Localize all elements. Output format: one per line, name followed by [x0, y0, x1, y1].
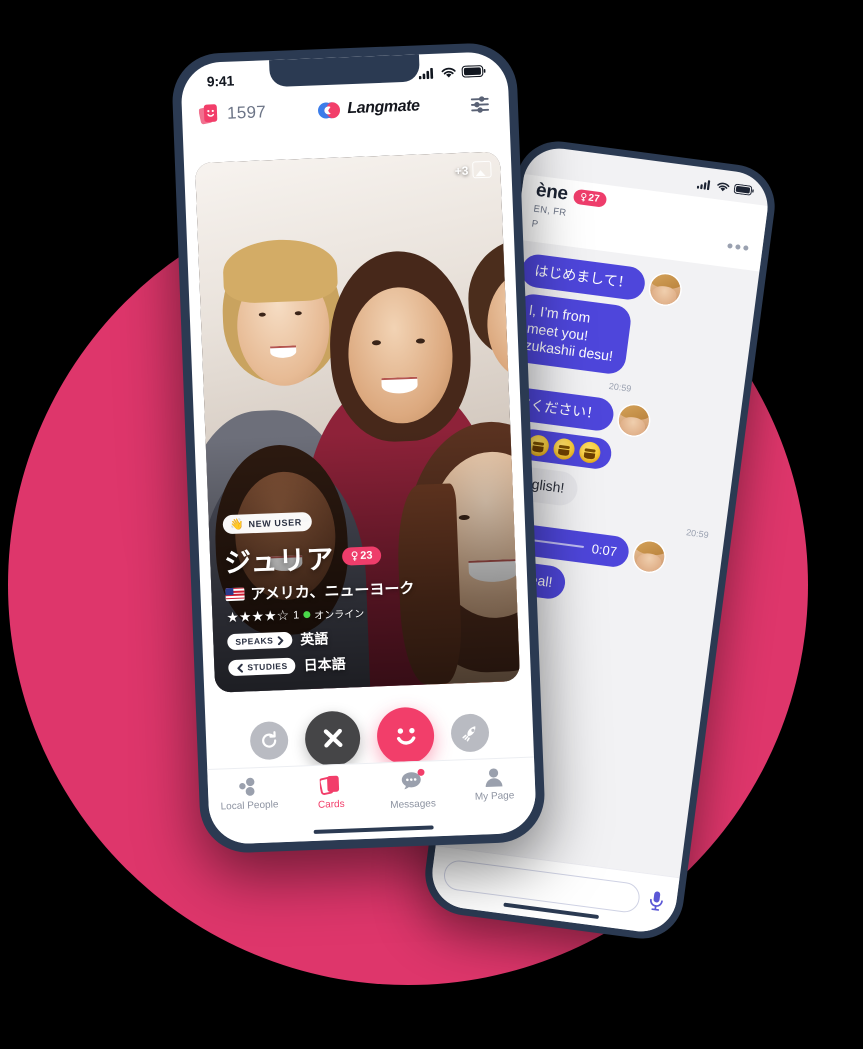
- speaks-label: SPEAKS: [235, 635, 274, 647]
- profile-info: 👋 NEW USER ジュリア 23 アメリカ、ニューヨーク ★★★★☆ 1 オ…: [208, 492, 520, 693]
- like-button[interactable]: [375, 705, 436, 765]
- speaks-pill: SPEAKS: [227, 631, 293, 651]
- profile-location: アメリカ、ニューヨーク: [250, 579, 415, 604]
- sidebar-item-my-page[interactable]: My Page: [454, 767, 535, 804]
- smiley-face-icon: [396, 727, 415, 745]
- message-input[interactable]: [442, 858, 642, 915]
- speaks-row: SPEAKS 英語: [227, 622, 505, 653]
- device-notch: [268, 54, 420, 88]
- person-icon: [485, 768, 503, 787]
- people-dots-icon: [239, 777, 255, 796]
- avatar: [616, 403, 651, 438]
- avatar: [632, 539, 667, 574]
- studies-pill: STUDIES: [228, 657, 296, 677]
- chevron-right-icon: [277, 635, 284, 645]
- microphone-icon[interactable]: [647, 889, 666, 913]
- speaks-value: 英語: [299, 630, 329, 648]
- signal-bars-icon: [418, 67, 434, 79]
- online-status-dot: [303, 610, 311, 619]
- card-count-widget[interactable]: 1597: [198, 100, 267, 127]
- tab-label: Local People: [220, 799, 279, 813]
- cards-icon: [319, 775, 340, 795]
- brand-label: Langmate: [346, 97, 420, 118]
- online-label: オンライン: [314, 608, 365, 622]
- profile-card[interactable]: +3 👋 NEW USER ジュリア 23 アメリカ、ニューヨーク ★★★★☆ …: [194, 151, 521, 693]
- chat-bubble-text: l, I’m from meet you! zukashii desu!: [509, 292, 633, 376]
- sidebar-item-local-people[interactable]: Local People: [208, 776, 289, 813]
- studies-row: STUDIES 日本語: [228, 648, 506, 679]
- profile-age-badge: 23: [341, 545, 382, 566]
- new-user-badge: 👋 NEW USER: [222, 511, 313, 535]
- photo-count-badge[interactable]: +3: [454, 160, 492, 179]
- rating-count: 1: [292, 608, 300, 622]
- refresh-icon: [262, 731, 277, 748]
- close-x-icon: [323, 728, 342, 748]
- voice-duration: 0:07: [590, 540, 618, 559]
- rocket-icon: [461, 725, 475, 741]
- main-phone-mockup: 9:41 1597 Langmate +3 👋 NEW USER ジュリア 23…: [170, 41, 547, 855]
- chat-partner-name: ène: [534, 179, 570, 205]
- battery-icon: [461, 65, 486, 78]
- screenshot-stage: ène 27 EN, FR P はじめまして！ l, I’m from meet…: [0, 0, 863, 1049]
- wave-hand-icon: 👋: [229, 518, 244, 531]
- wifi-icon: [717, 182, 730, 192]
- langmate-logo-icon: [318, 101, 341, 118]
- sidebar-item-cards[interactable]: Cards: [290, 773, 371, 812]
- female-symbol-icon: [351, 550, 358, 561]
- chat-partner-age-badge: 27: [572, 188, 608, 208]
- tab-label: My Page: [474, 790, 515, 803]
- profile-age: 23: [360, 549, 373, 562]
- pass-button[interactable]: [304, 709, 362, 767]
- tab-label: Messages: [390, 798, 437, 812]
- boost-button[interactable]: [450, 713, 490, 753]
- sidebar-item-messages[interactable]: Messages: [372, 768, 453, 812]
- chat-partner-age: 27: [587, 192, 601, 205]
- wifi-icon: [441, 67, 456, 78]
- emoji-laughing-icon: [552, 437, 576, 461]
- sliders-filter-icon[interactable]: [470, 94, 493, 114]
- new-user-label: NEW USER: [248, 516, 302, 529]
- signal-bars-icon: [696, 180, 711, 191]
- emoji-grinning-icon: [578, 440, 602, 465]
- rewind-button[interactable]: [249, 720, 289, 761]
- main-phone-screen: 9:41 1597 Langmate +3 👋 NEW USER ジュリア 23…: [180, 51, 537, 845]
- us-flag-icon: [225, 587, 245, 602]
- battery-icon: [733, 183, 754, 196]
- profile-name: ジュリア: [223, 544, 335, 579]
- chevron-left-icon: [237, 663, 243, 673]
- photo-count-value: +3: [454, 163, 469, 178]
- studies-value: 日本語: [303, 655, 346, 674]
- photo-gallery-icon: [472, 160, 492, 179]
- card-stack-icon: [198, 104, 218, 125]
- tab-label: Cards: [317, 798, 345, 811]
- female-symbol-icon: [581, 192, 587, 202]
- status-time: 9:41: [206, 72, 235, 90]
- card-count-value: 1597: [226, 102, 267, 123]
- avatar: [648, 272, 682, 307]
- brand-logo: Langmate: [317, 96, 420, 121]
- messages-badge: [417, 768, 426, 776]
- studies-label: STUDIES: [247, 660, 288, 673]
- rating-stars: ★★★★☆: [226, 606, 290, 626]
